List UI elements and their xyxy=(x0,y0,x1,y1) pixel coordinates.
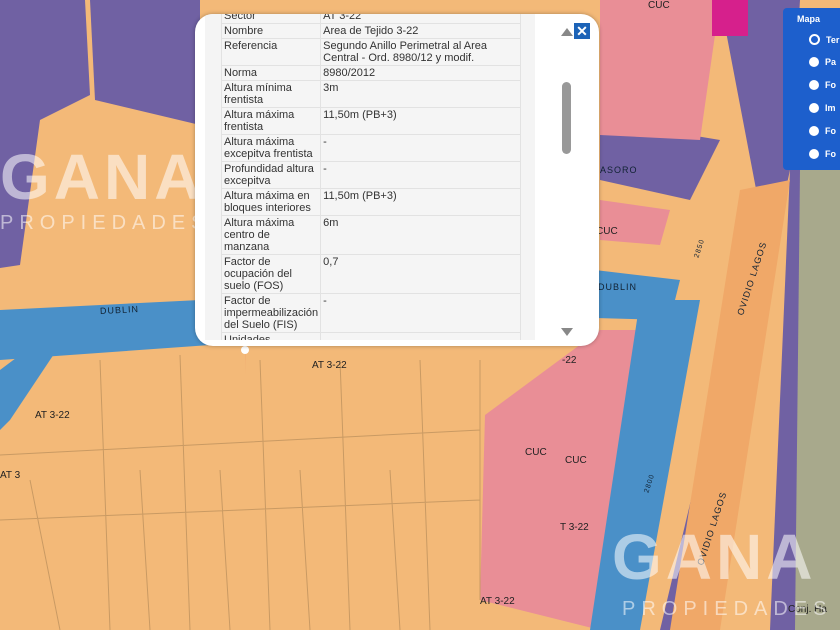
zone-label: -22 xyxy=(562,355,577,366)
layer-option-label: Fo xyxy=(825,126,836,136)
attribute-name: Sector xyxy=(220,14,322,24)
attribute-value: 11,50m (PB+3) xyxy=(320,188,521,216)
attribute-value: - xyxy=(320,293,521,333)
table-row: Referencia Segundo Anillo Perimetral al A… xyxy=(220,38,521,66)
table-row: Factor de ocupación del suelo (FOS) 0,7 xyxy=(220,254,521,294)
attribute-name: Profundidad altura excepitva xyxy=(220,161,322,189)
zone-label: CUC xyxy=(648,0,670,11)
table-row: Altura máxima centro de manzana 6m xyxy=(220,215,521,255)
attribute-name: Altura máxima excepitva frentista xyxy=(220,134,322,162)
street-label-asoro: ASORO xyxy=(600,165,638,175)
radio-icon[interactable] xyxy=(809,34,820,45)
attribute-name: Unidades xyxy=(220,332,322,340)
watermark-brand-2: GANA xyxy=(612,521,817,593)
attribute-name: Factor de impermeabilización del Suelo (… xyxy=(220,293,322,333)
street-label-dublin-east: DUBLIN xyxy=(598,282,638,292)
attribute-value: 0,7 xyxy=(320,254,521,294)
attribute-value: - xyxy=(320,134,521,162)
attribute-name: Altura máxima frentista xyxy=(220,107,322,135)
magenta-block xyxy=(712,0,748,36)
layer-option[interactable]: Fo xyxy=(809,80,836,90)
attribute-value: AT 3-22 xyxy=(320,14,521,24)
zone-label: AT 3-22 xyxy=(480,596,515,607)
attribute-name: Altura máxima en bloques interiores xyxy=(220,188,322,216)
layer-option[interactable]: Ter xyxy=(809,34,839,45)
table-row: Altura máxima excepitva frentista - xyxy=(220,134,521,162)
layer-option[interactable]: Fo xyxy=(809,126,836,136)
layer-option-label: Ter xyxy=(826,34,840,45)
radio-icon[interactable] xyxy=(809,57,819,67)
zone-label: AT 3-22 xyxy=(312,360,347,371)
layer-panel: Mapa Ter Pa Fo Im Fo Fo xyxy=(783,8,840,170)
attribute-value: 3m xyxy=(320,80,521,108)
scroll-thumb[interactable] xyxy=(562,82,571,154)
watermark-brand: GANA xyxy=(0,141,205,213)
attribute-name: Factor de ocupación del suelo (FOS) xyxy=(220,254,322,294)
table-row: Altura máxima frentista 11,50m (PB+3) xyxy=(220,107,521,135)
scroll-down-icon[interactable] xyxy=(561,328,573,336)
watermark-sub: PROPIEDADES xyxy=(0,212,211,234)
zone-label: AT 3-22 xyxy=(35,410,70,421)
attribute-value: - xyxy=(320,161,521,189)
watermark-sub-2: PROPIEDADES xyxy=(622,598,833,620)
layer-option-label: Im xyxy=(825,103,836,113)
table-row: Unidades xyxy=(220,332,521,340)
table-row: Sector AT 3-22 xyxy=(220,14,521,24)
street-label-dublin: DUBLIN xyxy=(99,303,140,317)
attribute-name: Nombre xyxy=(220,23,322,39)
layer-panel-title: Mapa xyxy=(797,14,821,24)
table-row: Altura máxima en bloques interiores 11,50… xyxy=(220,188,521,216)
attribute-name: Referencia xyxy=(220,38,322,66)
attribute-name: Altura mínima frentista xyxy=(220,80,322,108)
zone-label: CUC xyxy=(565,455,587,466)
zone-label: T 3-22 xyxy=(560,522,589,533)
commercial-top xyxy=(600,0,720,140)
table-row: Nombre Area de Tejido 3-22 xyxy=(220,23,521,39)
popup-scrollbar[interactable] xyxy=(557,24,577,344)
layer-option[interactable]: Im xyxy=(809,103,836,113)
zone-label: CUC xyxy=(596,226,618,237)
layer-option-label: Fo xyxy=(825,149,836,159)
table-row: Norma 8980/2012 xyxy=(220,65,521,81)
table-row: Profundidad altura excepitva - xyxy=(220,161,521,189)
table-row: Altura mínima frentista 3m xyxy=(220,80,521,108)
radio-icon[interactable] xyxy=(809,103,819,113)
attribute-value: Segundo Anillo Perimetral al Area Centra… xyxy=(320,38,521,66)
zone-label: AT 3 xyxy=(0,470,21,481)
layer-option[interactable]: Pa xyxy=(809,57,836,67)
layer-option[interactable]: Fo xyxy=(809,149,836,159)
attribute-value xyxy=(320,332,521,340)
scroll-up-icon[interactable] xyxy=(561,28,573,36)
zone-label: CUC xyxy=(525,447,547,458)
popup-content[interactable]: Sector AT 3-22 Nombre Area de Tejido 3-22 Re… xyxy=(205,14,535,340)
attribute-value: 8980/2012 xyxy=(320,65,521,81)
attribute-name: Norma xyxy=(220,65,322,81)
attribute-value: 11,50m (PB+3) xyxy=(320,107,521,135)
attribute-value: 6m xyxy=(320,215,521,255)
radio-icon[interactable] xyxy=(809,149,819,159)
close-icon[interactable]: ✕ xyxy=(574,23,590,39)
radio-icon[interactable] xyxy=(809,126,819,136)
layer-option-label: Fo xyxy=(825,80,836,90)
radio-icon[interactable] xyxy=(809,80,819,90)
attribute-name: Altura máxima centro de manzana xyxy=(220,215,322,255)
zoning-attributes-table: Sector AT 3-22 Nombre Area de Tejido 3-22 Re… xyxy=(220,14,521,340)
attribute-value: Area de Tejido 3-22 xyxy=(320,23,521,39)
layer-option-label: Pa xyxy=(825,57,837,67)
table-row: Factor de impermeabilización del Suelo (… xyxy=(220,293,521,333)
info-popup: Sector AT 3-22 Nombre Area de Tejido 3-22 Re… xyxy=(195,14,599,346)
